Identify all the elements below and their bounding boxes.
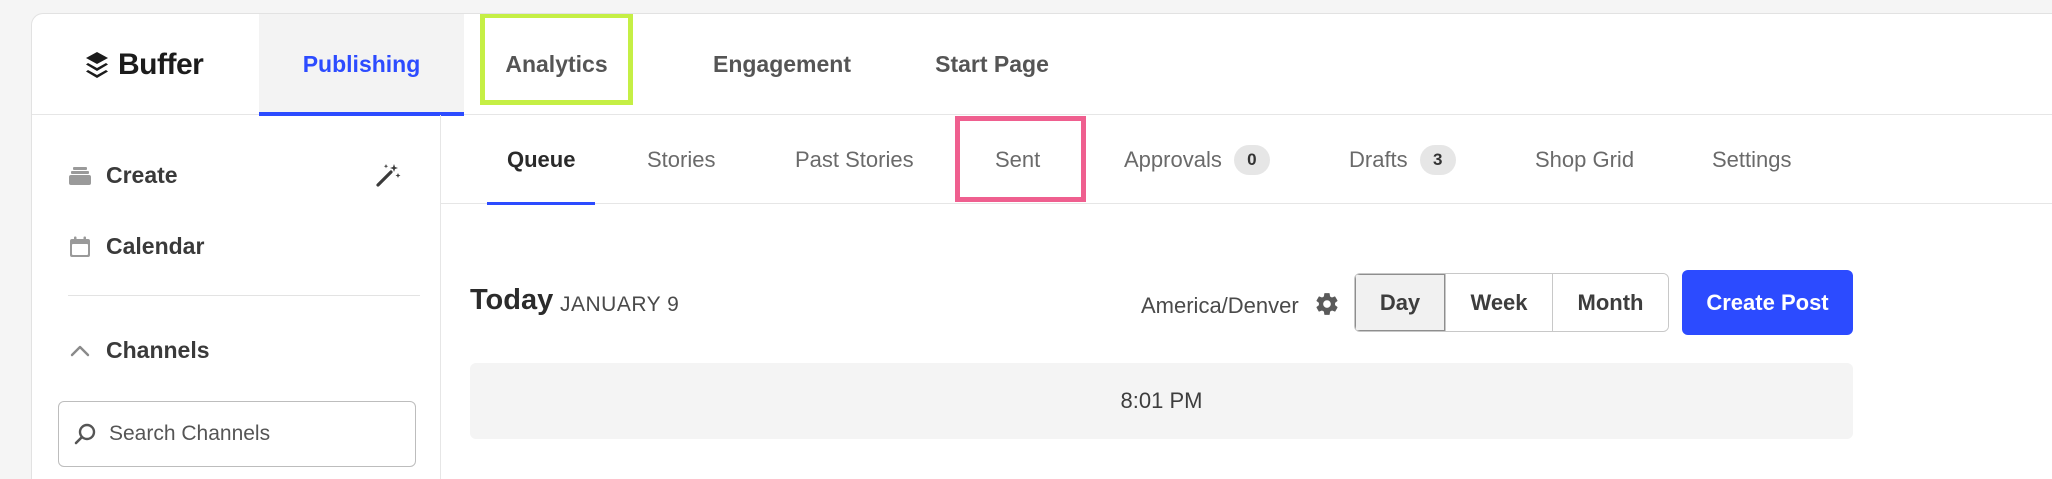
create-post-button[interactable]: Create Post	[1682, 270, 1853, 335]
gear-icon[interactable]	[1314, 291, 1340, 317]
sidebar-item-create[interactable]: Create	[68, 162, 178, 189]
subtab-shop-grid-label: Shop Grid	[1535, 146, 1635, 172]
subtab-shop-grid[interactable]: Shop Grid	[1535, 115, 1634, 204]
day-title: Today	[470, 284, 554, 316]
queue-time-slot[interactable]: 8:01 PM	[470, 363, 1853, 439]
top-navigation: Buffer Publishing Analytics Engagement S…	[32, 14, 2052, 116]
publishing-subtabs: Queue Stories Past Stories Sent Approval…	[441, 115, 2052, 205]
search-channels-box[interactable]	[58, 401, 416, 467]
subtab-drafts[interactable]: Drafts 3	[1349, 115, 1456, 204]
subtab-drafts-label: Drafts	[1349, 146, 1408, 172]
calendar-icon	[70, 236, 90, 257]
tab-engagement-label: Engagement	[712, 51, 852, 77]
chevron-up-icon	[70, 345, 90, 356]
tab-start-page[interactable]: Start Page	[912, 14, 1072, 115]
sidebar-item-create-label: Create	[106, 162, 178, 188]
sent-highlight	[955, 116, 1086, 202]
subtab-queue-label: Queue	[507, 146, 576, 172]
buffer-logo[interactable]: Buffer	[84, 48, 204, 82]
tab-publishing-label: Publishing	[302, 51, 421, 77]
time-slot-label: 8:01 PM	[1120, 388, 1203, 413]
subtab-settings[interactable]: Settings	[1712, 115, 1792, 204]
subtab-approvals[interactable]: Approvals 0	[1124, 115, 1270, 204]
stack-icon	[69, 166, 91, 185]
sidebar-item-calendar[interactable]: Calendar	[68, 233, 204, 260]
logo-text: Buffer	[118, 48, 204, 81]
subtab-past-stories[interactable]: Past Stories	[795, 115, 914, 204]
analytics-highlight	[480, 14, 633, 105]
approvals-count-badge: 0	[1233, 144, 1270, 175]
view-switcher: Day Week Month	[1354, 273, 1669, 332]
sidebar-divider	[68, 295, 420, 296]
channels-label: Channels	[106, 337, 210, 363]
subtab-stories[interactable]: Stories	[647, 115, 715, 204]
view-week-button[interactable]: Week	[1446, 274, 1553, 331]
subtab-queue[interactable]: Queue	[486, 115, 597, 205]
tab-start-page-label: Start Page	[935, 51, 1049, 77]
view-month-button[interactable]: Month	[1553, 274, 1668, 331]
timezone-label[interactable]: America/Denver	[1141, 293, 1299, 319]
subtab-settings-label: Settings	[1712, 146, 1792, 172]
subtab-past-stories-label: Past Stories	[795, 146, 914, 172]
view-day-button[interactable]: Day	[1355, 274, 1446, 331]
subtab-approvals-label: Approvals	[1124, 146, 1222, 172]
sidebar: Create Calendar Channels	[32, 115, 441, 479]
app-window: Buffer Publishing Analytics Engagement S…	[31, 13, 2052, 479]
tab-engagement[interactable]: Engagement	[687, 14, 877, 115]
search-icon	[74, 423, 96, 445]
search-channels-input[interactable]	[109, 422, 389, 446]
day-date: JANUARY 9	[560, 293, 680, 316]
sidebar-item-calendar-label: Calendar	[106, 233, 205, 259]
drafts-count-badge: 3	[1419, 144, 1456, 175]
buffer-logo-icon	[86, 52, 108, 78]
subtab-stories-label: Stories	[647, 146, 716, 172]
channels-toggle[interactable]: Channels	[68, 337, 210, 364]
tab-publishing[interactable]: Publishing	[259, 14, 464, 116]
magic-wand-icon[interactable]	[375, 162, 401, 188]
